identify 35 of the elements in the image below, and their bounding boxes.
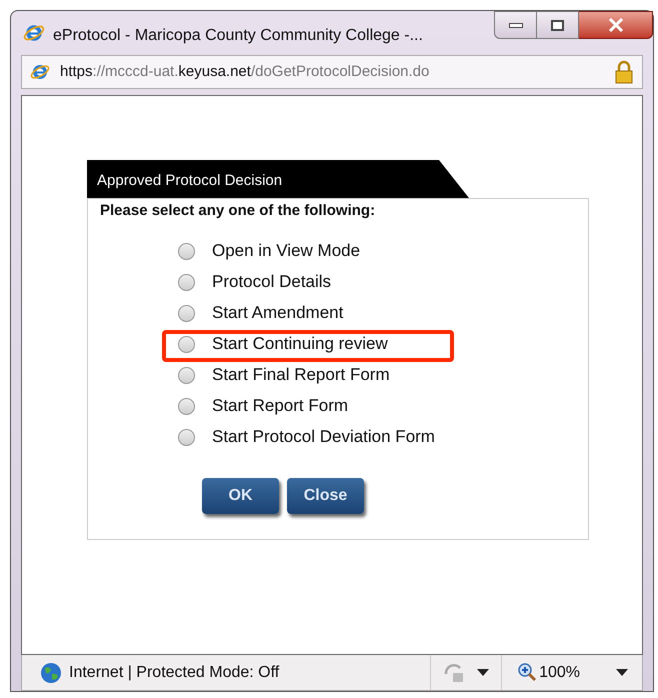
zoom-icon[interactable] [518, 663, 538, 682]
zoom-level[interactable]: 100% [539, 660, 580, 684]
radio-button[interactable] [178, 398, 195, 414]
prompt-text: Please select any one of the following: [100, 201, 376, 221]
option-label: Start Continuing review [212, 333, 388, 356]
radio-button[interactable] [178, 242, 195, 260]
dropdown-arrow-icon[interactable] [616, 669, 628, 676]
ok-button[interactable]: OK [202, 478, 279, 514]
radio-button[interactable] [178, 304, 195, 322]
url-text: https://mcccd-uat.keyusa.net/doGetProtocolDecision.do [60, 62, 430, 82]
close-icon [608, 18, 624, 32]
option-label: Start Amendment [212, 302, 344, 324]
window-title: eProtocol - Maricopa County Community College -... [53, 26, 423, 46]
option-label: Start Protocol Deviation Form [212, 426, 435, 448]
radio-button[interactable] [178, 366, 195, 384]
globe-icon [40, 662, 62, 684]
radio-button[interactable] [178, 274, 195, 290]
padlock-icon [614, 60, 634, 84]
minimize-button[interactable] [494, 11, 537, 39]
browser-logo-icon [30, 62, 50, 82]
dialog-title: Approved Protocol Decision [87, 160, 469, 198]
radio-button[interactable] [178, 428, 195, 446]
radio-button[interactable] [178, 336, 195, 352]
security-zone-text: Internet | Protected Mode: Off [69, 662, 280, 682]
option-label: Protocol Details [212, 271, 332, 294]
option-label: Start Final Report Form [212, 364, 390, 386]
close-button[interactable] [579, 11, 653, 39]
option-label: Open in View Mode [212, 240, 360, 262]
maximize-icon [551, 20, 564, 30]
dropdown-arrow-icon[interactable] [477, 669, 490, 676]
address-bar[interactable]: https://mcccd-uat.keyusa.net/doGetProtocolDecision.do [21, 55, 643, 89]
maximize-button[interactable] [537, 11, 579, 39]
option-label: Start Report Form [212, 395, 348, 418]
close-dialog-button[interactable]: Close [287, 478, 364, 514]
minimize-icon [508, 22, 522, 28]
